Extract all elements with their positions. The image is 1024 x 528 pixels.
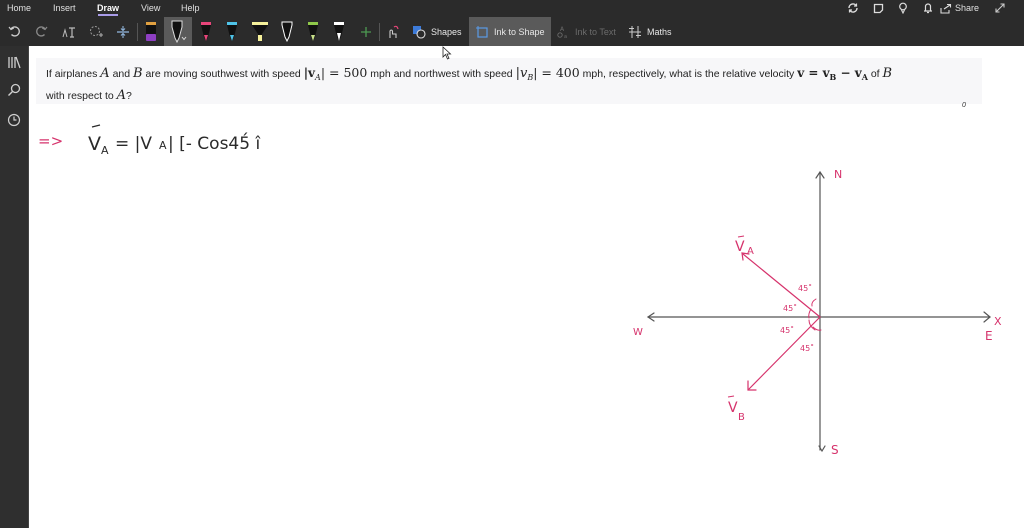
lasso-icon [90, 25, 103, 37]
angle-label: 45˚ [800, 343, 814, 353]
angle-label: 45˚ [780, 325, 794, 335]
shapes-button[interactable]: Shapes [412, 17, 466, 46]
ink-to-shape-button[interactable]: Ink to Shape [469, 17, 551, 46]
onenote-window: Home Insert Draw View Help Share Shapes … [0, 0, 1024, 528]
tab-help[interactable]: Help [181, 3, 200, 13]
vector-b-label-arrow [727, 395, 735, 398]
pen-icon [201, 21, 211, 41]
vector-diagram [646, 170, 991, 453]
type-select-button[interactable] [59, 17, 79, 46]
navigation-sidebar [0, 46, 29, 528]
draw-toolbar: Shapes Ink to Shape Aa Ink to Text Maths [0, 17, 1024, 46]
add-pen-button[interactable] [356, 17, 376, 46]
tab-insert[interactable]: Insert [53, 3, 76, 13]
undo-button[interactable] [4, 17, 24, 46]
tab-view[interactable]: View [141, 3, 160, 13]
pen-icon [308, 21, 318, 41]
share-icon [940, 3, 952, 14]
recent-button[interactable] [5, 111, 23, 129]
expand-icon[interactable] [994, 2, 1006, 14]
sticky-note-icon[interactable] [873, 2, 884, 14]
pen-white[interactable] [329, 17, 349, 46]
pen-purple[interactable] [141, 17, 161, 46]
touch-draw-icon [389, 25, 399, 38]
pen-icon [334, 21, 344, 41]
shapes-icon [413, 25, 426, 39]
svg-text:A: A [560, 26, 565, 33]
vector-arrow-mark [91, 124, 101, 128]
label-vector-b: V [728, 400, 738, 416]
tab-home[interactable]: Home [7, 3, 31, 13]
notebooks-button[interactable] [5, 53, 23, 71]
svg-text:a: a [564, 34, 567, 39]
maths-label: Maths [647, 26, 672, 37]
label-west: W [633, 327, 643, 338]
label-east: E [985, 329, 993, 343]
ink-vector-letter: V [88, 133, 101, 155]
label-x-axis: X [994, 315, 1002, 328]
pen-pink[interactable] [196, 17, 216, 46]
label-vector-b-sub: B [738, 412, 745, 423]
ribbon: Home Insert Draw View Help Share Shapes … [0, 0, 1024, 46]
ink-equation: V A = |V A | [- Cos45́ î [88, 124, 261, 157]
angle-label: 45˚ [798, 283, 812, 293]
ink-vector-sub: A [101, 144, 109, 157]
ink-cos-term: | [- Cos45́ î [168, 131, 261, 154]
pen-green[interactable] [303, 17, 323, 46]
vector-a-label-arrow [737, 235, 745, 238]
pen-icon [281, 21, 293, 42]
redo-button[interactable] [31, 17, 51, 46]
page-canvas[interactable]: If airplanes A and B are moving southwes… [30, 46, 1024, 528]
pen-cyan[interactable] [222, 17, 242, 46]
ink-magnitude-sub: A [159, 139, 167, 152]
label-vector-a: V [735, 239, 745, 255]
bell-icon[interactable] [923, 2, 933, 14]
share-label: Share [954, 3, 979, 13]
toolbar-divider [379, 23, 380, 41]
lightbulb-icon[interactable] [898, 2, 908, 14]
ink-layer[interactable]: => V A = |V A | [- Cos45́ î N S E X W V … [30, 46, 1024, 528]
redo-icon [35, 26, 47, 37]
undo-icon [8, 26, 20, 37]
add-space-icon [117, 25, 129, 38]
add-space-button[interactable] [113, 17, 133, 46]
toolbar-divider [137, 23, 138, 41]
plus-icon [361, 26, 371, 37]
search-icon [8, 83, 21, 96]
mouse-cursor-icon [442, 46, 452, 60]
ink-implies-arrow: => [38, 132, 63, 150]
label-vector-a-sub: A [747, 246, 754, 257]
ink-to-shape-label: Ink to Shape [494, 26, 545, 37]
maths-icon [629, 25, 641, 38]
lasso-select-button[interactable] [86, 17, 106, 46]
pen-icon [171, 20, 187, 43]
sync-icon[interactable] [847, 2, 859, 14]
lasso-text-icon [62, 26, 75, 38]
highlighter-icon [252, 21, 268, 41]
maths-button[interactable]: Maths [628, 17, 678, 46]
angle-label: 45˚ [783, 303, 797, 313]
pen-icon [146, 21, 156, 41]
shapes-label: Shapes [431, 26, 462, 37]
pen-black-outline[interactable] [277, 17, 297, 46]
ink-magnitude: = |V [115, 134, 152, 154]
ink-to-text-icon: Aa [557, 26, 567, 39]
ink-to-text-button[interactable]: Aa Ink to Text [556, 17, 622, 46]
label-north: N [834, 168, 842, 181]
pen-black-selected[interactable] [164, 17, 192, 46]
search-button[interactable] [5, 81, 23, 99]
active-tab-indicator [98, 14, 118, 16]
label-south: S [831, 443, 839, 457]
pen-icon [227, 21, 237, 41]
tab-draw[interactable]: Draw [97, 3, 119, 13]
clock-icon [7, 113, 21, 127]
ink-to-text-label: Ink to Text [575, 26, 616, 37]
share-button[interactable]: Share [940, 2, 979, 14]
ink-replay-button[interactable] [383, 17, 403, 46]
ink-to-shape-icon [476, 25, 488, 38]
notebooks-icon [8, 56, 21, 68]
angle-arc [811, 298, 817, 307]
highlighter-yellow[interactable] [248, 17, 272, 46]
